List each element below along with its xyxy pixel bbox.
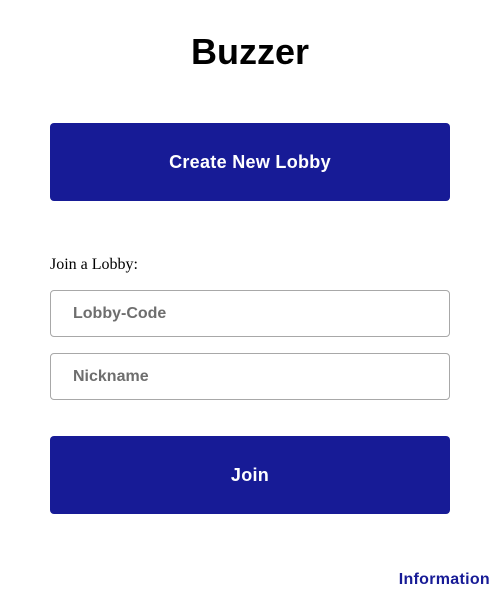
- information-link[interactable]: Information: [399, 570, 490, 590]
- page-title: Buzzer: [190, 31, 310, 72]
- join-lobby-label: Join a Lobby:: [50, 256, 138, 273]
- page: Buzzer Create New Lobby Join a Lobby: Jo…: [0, 0, 500, 600]
- nickname-input[interactable]: [50, 353, 450, 400]
- create-lobby-button[interactable]: Create New Lobby: [50, 123, 450, 201]
- join-button[interactable]: Join: [50, 436, 450, 514]
- lobby-code-input[interactable]: [50, 290, 450, 337]
